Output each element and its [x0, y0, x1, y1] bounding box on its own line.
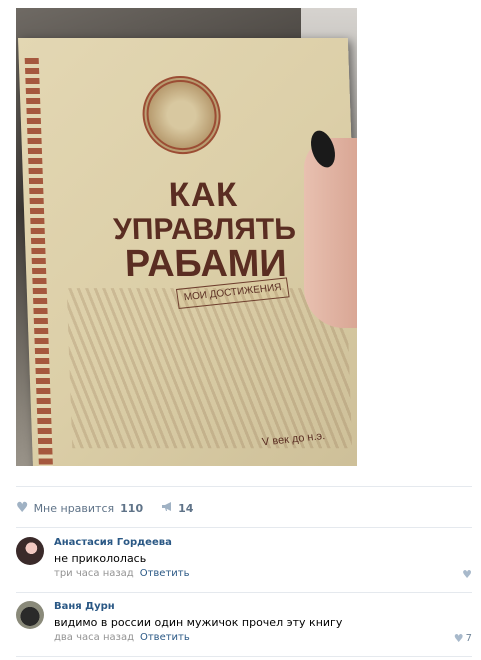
comment: Ваня Дурн видимо в россии один мужичок п…	[16, 601, 472, 647]
reply-button[interactable]: Ответить	[140, 632, 190, 643]
comment-text: видимо в россии один мужичок прочел эту …	[54, 616, 343, 629]
megaphone-icon	[161, 501, 174, 515]
zeus-medallion	[141, 76, 222, 155]
hand	[304, 138, 357, 328]
separator	[16, 656, 472, 657]
like-count: 110	[120, 501, 144, 515]
post-photo[interactable]: КАК УПРАВЛЯТЬ РАБАМИ МОИ ДОСТИЖЕНИЯ V ве…	[16, 8, 357, 466]
comment-author[interactable]: Ваня Дурн	[54, 601, 115, 612]
comment-text: не прикололась	[54, 552, 147, 565]
like-label: Мне нравится	[33, 501, 115, 515]
heart-icon: ♥	[462, 568, 472, 581]
avatar[interactable]	[16, 601, 44, 629]
book-title-line2: УПРАВЛЯТЬ	[112, 212, 297, 246]
separator	[16, 592, 472, 593]
separator	[16, 486, 472, 487]
comment-time[interactable]: два часа назад	[54, 632, 134, 643]
comment-author[interactable]: Анастасия Гордеева	[54, 537, 172, 548]
comment-like-count: 7	[465, 633, 472, 644]
heart-icon: ♥	[16, 500, 29, 516]
reply-button[interactable]: Ответить	[140, 568, 190, 579]
comment-meta: два часа назад Ответить	[54, 632, 190, 643]
separator	[16, 527, 472, 528]
comment-meta: три часа назад Ответить	[54, 568, 190, 579]
book-title-line1: КАК	[168, 176, 239, 215]
post-actions: ♥ Мне нравится 110 14	[16, 498, 193, 518]
book-title: КАК УПРАВЛЯТЬ РАБАМИ	[103, 176, 307, 285]
avatar[interactable]	[16, 537, 44, 565]
comment-like-button[interactable]: ♥ 7	[454, 632, 472, 645]
comment: Анастасия Гордеева не прикололась три ча…	[16, 537, 472, 583]
like-button[interactable]: ♥ Мне нравится 110	[16, 501, 143, 515]
greek-key-border	[24, 58, 53, 466]
heart-icon: ♥	[453, 632, 464, 645]
share-count: 14	[178, 501, 194, 515]
share-button[interactable]: 14	[161, 501, 193, 515]
comment-like-button[interactable]: ♥	[462, 568, 472, 581]
comment-time[interactable]: три часа назад	[54, 568, 134, 579]
book-illustration	[66, 288, 353, 449]
